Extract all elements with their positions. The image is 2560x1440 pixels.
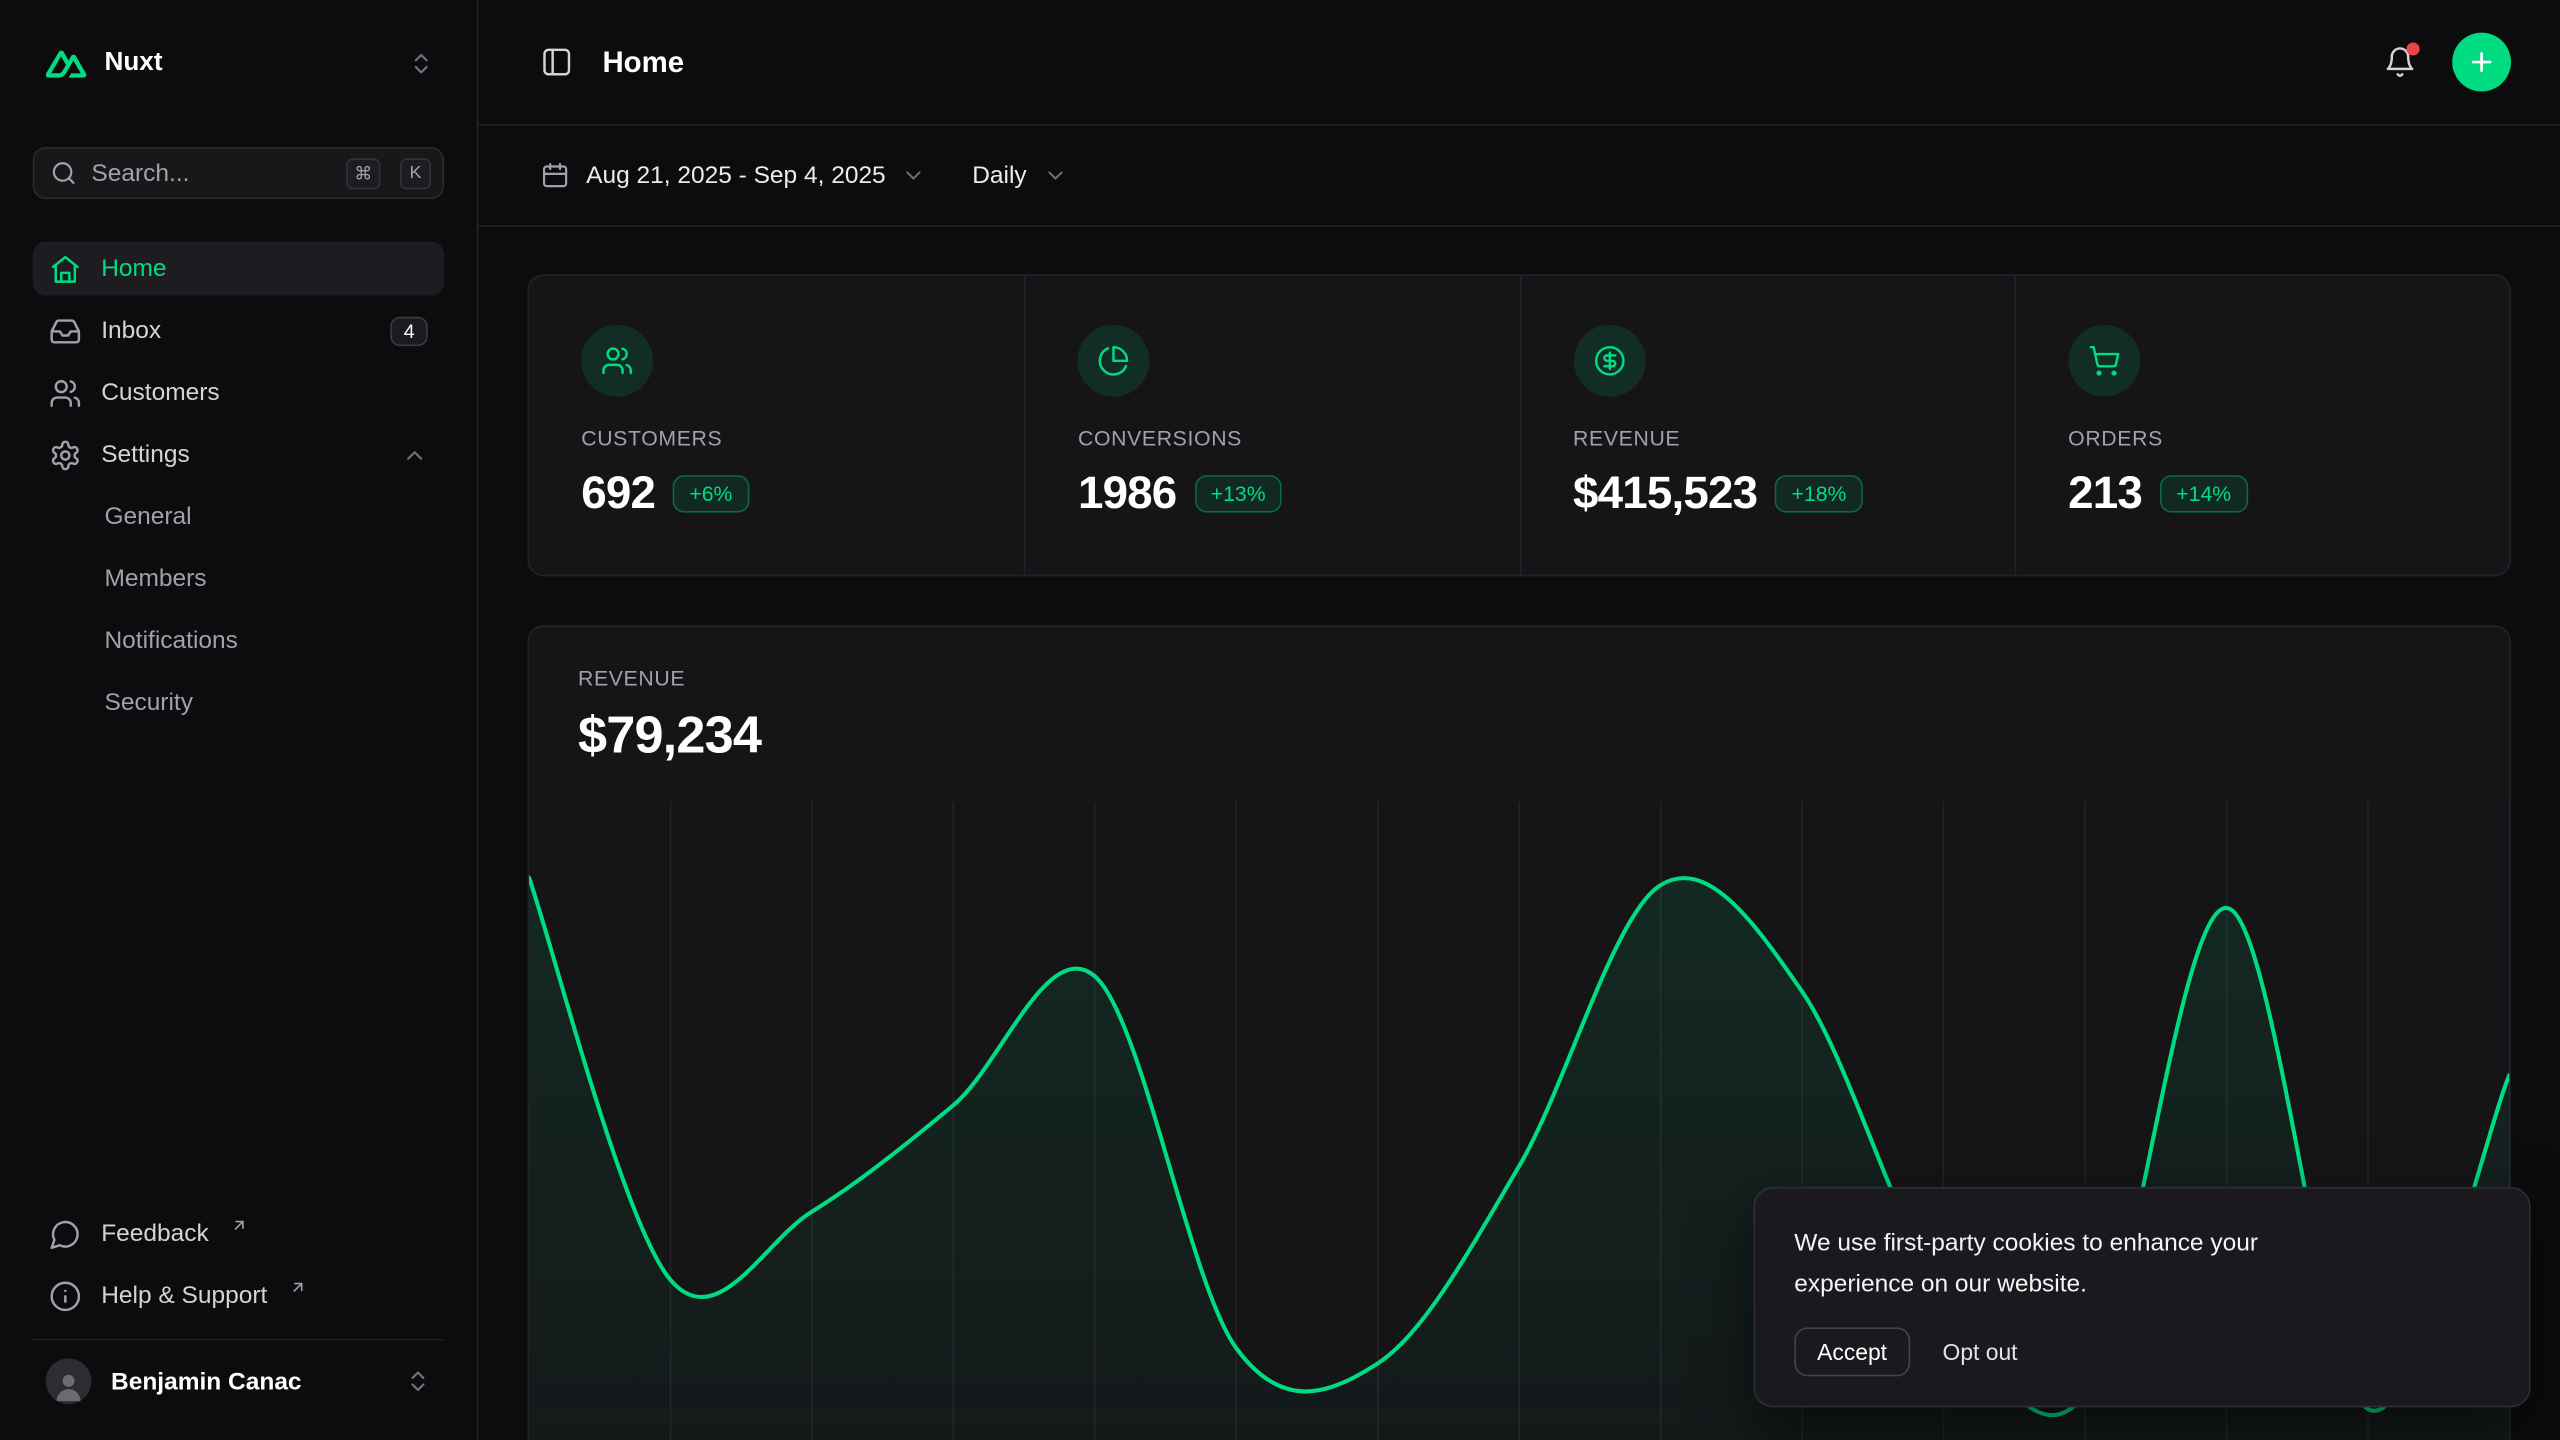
sidebar-item-label: Inbox (101, 317, 161, 345)
stat-label: CONVERSIONS (1078, 426, 1467, 450)
stat-value: $415,523 (1573, 467, 1757, 519)
plus-icon (2467, 47, 2496, 76)
delta-badge: +6% (673, 474, 749, 512)
sidebar-subitem-label: Security (104, 689, 192, 717)
panel-left-icon (540, 46, 573, 79)
delta-badge: +13% (1194, 474, 1282, 512)
sidebar-bottom: Feedback Help & Support Benjamin Canac (33, 1207, 444, 1418)
search-icon (51, 160, 77, 186)
sidebar-subitem-label: General (104, 503, 191, 531)
search-input[interactable]: Search... ⌘ K (33, 147, 444, 199)
arrow-up-right-icon (230, 1216, 248, 1234)
sidebar-item-label: Home (101, 255, 166, 283)
message-bubble-icon (49, 1217, 82, 1250)
delta-badge: +14% (2160, 474, 2248, 512)
search-placeholder: Search... (91, 159, 326, 187)
nuxt-logo-icon (46, 50, 87, 78)
avatar (46, 1358, 92, 1404)
arrow-up-right-icon (289, 1278, 307, 1296)
dashboard-app: Nuxt Search... ⌘ K Home (0, 0, 2560, 1440)
page-header: Home (478, 0, 2560, 126)
calendar-icon (540, 161, 569, 190)
sidebar-item-label: Settings (101, 441, 189, 469)
cookie-message: We use first-party cookies to enhance yo… (1794, 1225, 2357, 1306)
create-button[interactable] (2452, 33, 2511, 92)
stats-cards: CUSTOMERS 692 +6% CONVERSIONS 1986 +13% (527, 274, 2511, 576)
dashboard-content: CUSTOMERS 692 +6% CONVERSIONS 1986 +13% (478, 227, 2560, 1440)
kbd-cmd: ⌘ (346, 158, 380, 189)
sidebar-item-label: Help & Support (101, 1282, 267, 1310)
stat-label: REVENUE (1573, 426, 1962, 450)
workspace-switcher[interactable]: Nuxt (33, 39, 444, 88)
home-icon (49, 252, 82, 285)
granularity-label: Daily (972, 162, 1026, 190)
notification-dot (2407, 42, 2420, 55)
shopping-cart-icon (2068, 325, 2140, 397)
sidebar-item-help-support[interactable]: Help & Support (33, 1269, 444, 1323)
sidebar-nav: Home Inbox 4 Customers (33, 242, 444, 730)
chevron-up-icon (402, 442, 428, 468)
chevrons-up-down-icon (408, 51, 434, 77)
users-icon (49, 376, 82, 409)
stat-value: 692 (581, 467, 655, 519)
workspace-name: Nuxt (104, 49, 162, 78)
kbd-k: K (400, 158, 431, 189)
granularity-select[interactable]: Daily (972, 162, 1067, 190)
sidebar-item-members[interactable]: Members (33, 552, 444, 606)
gear-icon (49, 438, 82, 471)
stat-card-customers: CUSTOMERS 692 +6% (529, 276, 1024, 575)
date-range-picker[interactable]: Aug 21, 2025 - Sep 4, 2025 (540, 161, 926, 190)
stat-label: CUSTOMERS (581, 426, 972, 450)
stat-label: ORDERS (2068, 426, 2457, 450)
sidebar-toggle-button[interactable] (540, 46, 573, 79)
date-range-label: Aug 21, 2025 - Sep 4, 2025 (586, 162, 886, 190)
sidebar-item-general[interactable]: General (33, 490, 444, 544)
chevron-down-icon (902, 163, 926, 187)
sidebar-item-customers[interactable]: Customers (33, 366, 444, 420)
users-icon (581, 325, 653, 397)
sidebar-item-notifications[interactable]: Notifications (33, 614, 444, 668)
inbox-count-badge: 4 (391, 316, 428, 345)
revenue-chart-label: REVENUE (578, 666, 2460, 690)
chevrons-up-down-icon (405, 1368, 431, 1394)
sidebar-item-home[interactable]: Home (33, 242, 444, 296)
stat-card-conversions: CONVERSIONS 1986 +13% (1024, 276, 1519, 575)
notifications-button[interactable] (2384, 46, 2417, 79)
pie-chart-icon (1078, 325, 1150, 397)
sidebar-item-inbox[interactable]: Inbox 4 (33, 304, 444, 358)
sidebar-subitem-label: Members (104, 565, 206, 593)
sidebar-item-settings[interactable]: Settings (33, 428, 444, 482)
stat-card-revenue: REVENUE $415,523 +18% (1519, 276, 2014, 575)
stat-value: 1986 (1078, 467, 1176, 519)
cookie-optout-button[interactable]: Opt out (1943, 1339, 2018, 1365)
dollar-circle-icon (1573, 325, 1645, 397)
stat-value: 213 (2068, 467, 2142, 519)
cookie-accept-button[interactable]: Accept (1794, 1327, 1910, 1376)
sidebar: Nuxt Search... ⌘ K Home (0, 0, 478, 1440)
inbox-icon (49, 314, 82, 347)
info-circle-icon (49, 1279, 82, 1312)
sidebar-subitem-label: Notifications (104, 627, 237, 655)
sidebar-item-label: Customers (101, 379, 219, 407)
sidebar-top: Nuxt Search... ⌘ K Home (33, 39, 444, 738)
user-menu-button[interactable]: Benjamin Canac (33, 1339, 444, 1417)
user-name: Benjamin Canac (111, 1367, 302, 1395)
page-title: Home (602, 45, 684, 79)
delta-badge: +18% (1775, 474, 1863, 512)
filters-toolbar: Aug 21, 2025 - Sep 4, 2025 Daily (478, 126, 2560, 227)
sidebar-item-security[interactable]: Security (33, 676, 444, 730)
stat-card-orders: ORDERS 213 +14% (2014, 276, 2509, 575)
cookie-banner: We use first-party cookies to enhance yo… (1753, 1187, 2530, 1407)
chevron-down-icon (1043, 163, 1067, 187)
main-panel: Home Au (478, 0, 2560, 1440)
sidebar-item-feedback[interactable]: Feedback (33, 1207, 444, 1261)
revenue-chart-value: $79,234 (578, 705, 2460, 765)
sidebar-item-label: Feedback (101, 1220, 209, 1248)
